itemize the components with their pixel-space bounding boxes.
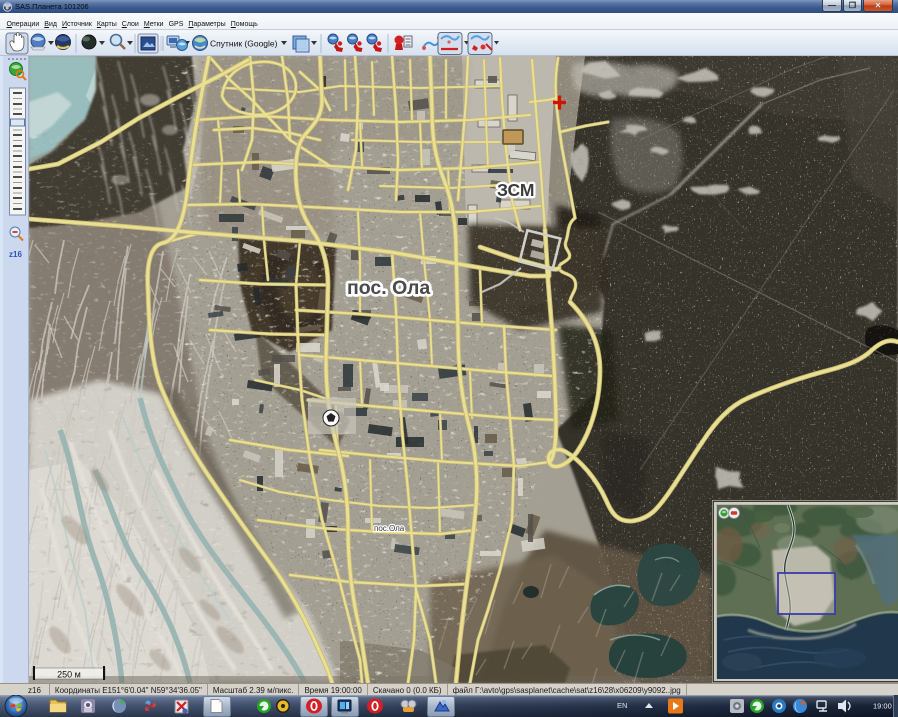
svg-text:z16: z16 [9,250,22,259]
svg-text:19:00: 19:00 [873,702,892,711]
svg-text:Спутник (Google): Спутник (Google) [210,39,278,49]
svg-text:EN: EN [617,701,627,710]
